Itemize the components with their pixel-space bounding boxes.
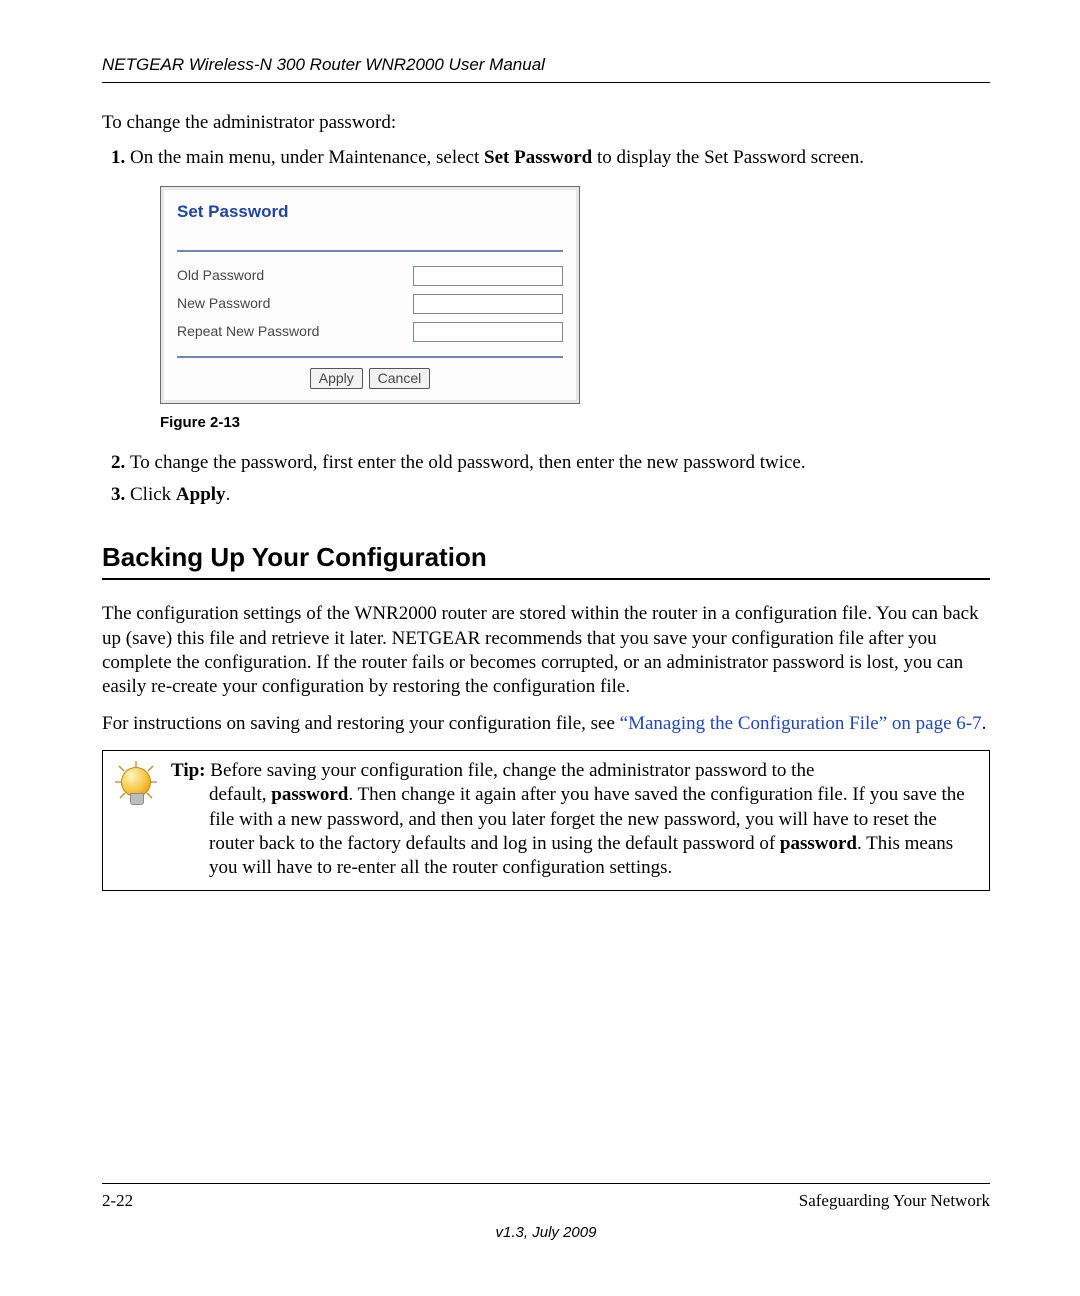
footer-page-number: 2-22 bbox=[102, 1190, 133, 1212]
tip-box: Tip: Before saving your configuration fi… bbox=[102, 750, 990, 892]
footer-version: v1.3, July 2009 bbox=[102, 1223, 990, 1243]
tip-line1: Before saving your configuration file, c… bbox=[206, 760, 815, 781]
tip-2b: password bbox=[271, 784, 348, 805]
figure-divider-top bbox=[177, 250, 563, 252]
step3-bold: Apply bbox=[176, 484, 226, 505]
input-repeat-password[interactable] bbox=[413, 322, 563, 342]
para2-post: . bbox=[982, 713, 987, 734]
para-config-ref: For instructions on saving and restoring… bbox=[102, 712, 990, 736]
step3-post: . bbox=[226, 484, 231, 505]
intro-text: To change the administrator password: bbox=[102, 111, 990, 136]
figure-caption: Figure 2-13 bbox=[160, 414, 990, 433]
row-old-password: Old Password bbox=[177, 262, 563, 290]
label-old-password: Old Password bbox=[177, 262, 365, 290]
para-config-intro: The configuration settings of the WNR200… bbox=[102, 602, 990, 699]
step-1: On the main menu, under Maintenance, sel… bbox=[130, 146, 990, 433]
cancel-button[interactable]: Cancel bbox=[369, 368, 431, 390]
input-old-password[interactable] bbox=[413, 266, 563, 286]
step3-pre: Click bbox=[130, 484, 176, 505]
step1-pre: On the main menu, under Maintenance, sel… bbox=[130, 147, 484, 168]
label-new-password: New Password bbox=[177, 290, 365, 318]
tip-2d: password bbox=[780, 833, 857, 854]
section-heading: Backing Up Your Configuration bbox=[102, 541, 990, 581]
apply-button[interactable]: Apply bbox=[310, 368, 363, 390]
row-repeat-password: Repeat New Password bbox=[177, 318, 563, 346]
page-footer: 2-22 Safeguarding Your Network v1.3, Jul… bbox=[102, 1183, 990, 1242]
instruction-list: On the main menu, under Maintenance, sel… bbox=[102, 146, 990, 507]
footer-chapter: Safeguarding Your Network bbox=[799, 1190, 990, 1212]
row-new-password: New Password bbox=[177, 290, 563, 318]
figure-button-row: Apply Cancel bbox=[177, 368, 563, 390]
tip-label: Tip: bbox=[171, 760, 206, 781]
step-3: Click Apply. bbox=[130, 483, 990, 507]
figure-panel-title: Set Password bbox=[177, 201, 563, 222]
password-table: Old Password New Password Repeat New Pas… bbox=[177, 262, 563, 346]
set-password-screenshot: Set Password Old Password New Password R… bbox=[160, 186, 580, 405]
running-header: NETGEAR Wireless-N 300 Router WNR2000 Us… bbox=[102, 54, 990, 83]
step1-bold: Set Password bbox=[484, 147, 592, 168]
link-managing-config[interactable]: “Managing the Configuration File” on pag… bbox=[620, 713, 982, 734]
label-repeat-password: Repeat New Password bbox=[177, 318, 365, 346]
step1-post: to display the Set Password screen. bbox=[592, 147, 864, 168]
para2-pre: For instructions on saving and restoring… bbox=[102, 713, 620, 734]
figure-divider-bottom bbox=[177, 356, 563, 358]
input-new-password[interactable] bbox=[413, 294, 563, 314]
tip-text: Tip: Before saving your configuration fi… bbox=[171, 759, 979, 881]
figure-container: Set Password Old Password New Password R… bbox=[160, 186, 990, 405]
tip-2a: default, bbox=[209, 784, 271, 805]
step-2: To change the password, first enter the … bbox=[130, 451, 990, 475]
lightbulb-icon bbox=[113, 759, 159, 813]
